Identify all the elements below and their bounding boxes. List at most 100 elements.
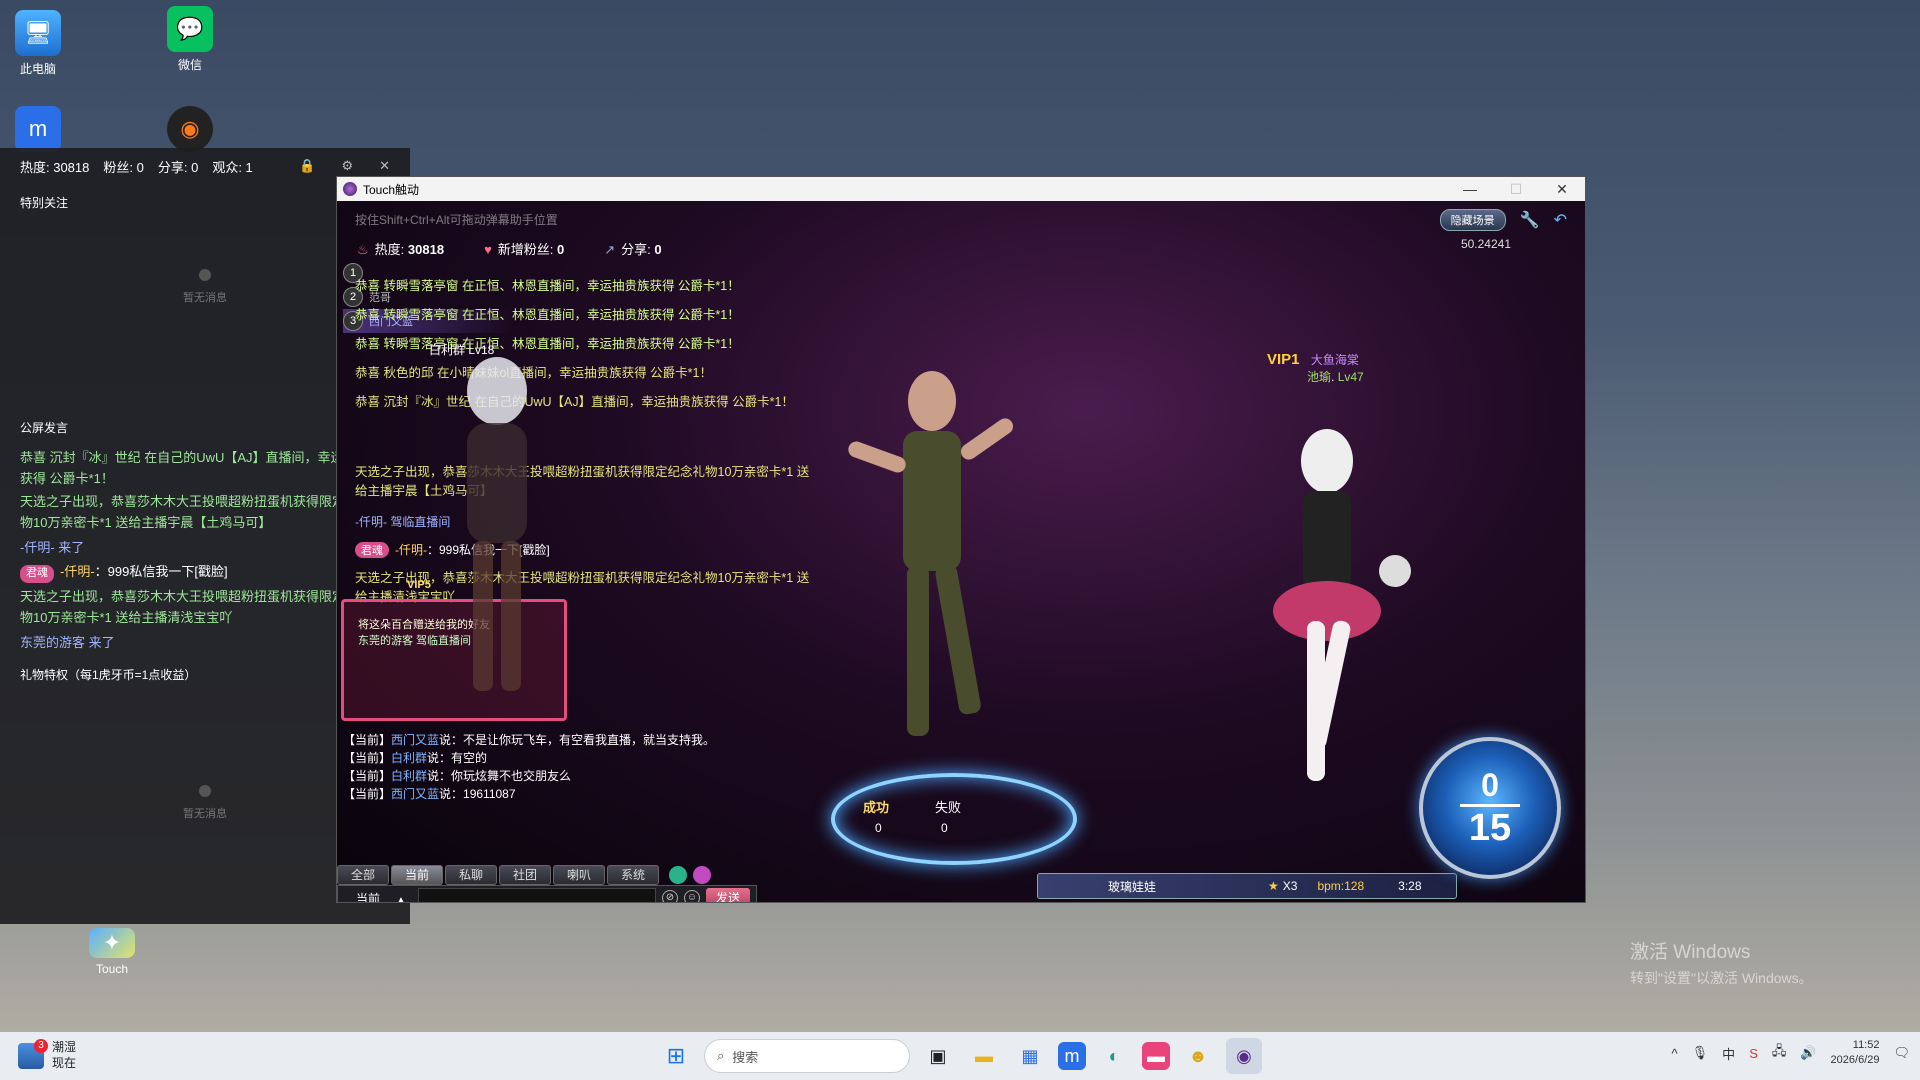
antivirus-icon[interactable]: S (1749, 1046, 1758, 1061)
fail-label: 失败 (935, 800, 962, 815)
chat-input-bar: 当前 ▲ ⊘ ☺ 发送 (337, 885, 757, 902)
player-sub: 池瑜 (1307, 370, 1332, 384)
monitor-icon: 🖥 (15, 10, 61, 56)
settings-icon[interactable]: ⚙ (341, 158, 353, 174)
user-name[interactable]: 西门又蓝 (391, 733, 439, 747)
noble-badge: 君魂 (355, 542, 389, 558)
desktop-icon-label: 微信 (177, 58, 202, 72)
desktop-icon-wechat[interactable]: 💬 微信 (150, 6, 230, 73)
success-count: 0 (875, 821, 882, 835)
dancer-right (1273, 429, 1411, 781)
app-pink-icon[interactable]: ▬ (1142, 1042, 1170, 1070)
edge-icon[interactable]: ◐ (1096, 1038, 1132, 1074)
user-name[interactable]: 西门又蓝 (391, 787, 439, 801)
noble-badge: 君魂 (20, 565, 54, 583)
tab-all[interactable]: 全部 (337, 865, 389, 885)
volume-icon[interactable]: 🔊 (1800, 1045, 1816, 1061)
tab-club[interactable]: 社团 (499, 865, 551, 885)
announcement: 恭喜 转瞬雪落亭窗 在正恒、林恩直播间，幸运抽贵族获得 公爵卡*1！ (355, 337, 740, 351)
song-timer: 50.24241 (1460, 237, 1511, 251)
heart-icon: ♥ (484, 242, 492, 257)
app-m-icon[interactable]: m (1058, 1042, 1086, 1070)
dancer-center (848, 371, 1014, 736)
announcement: 恭喜 秋色的邱 在小晴妹妹ol直播间，幸运抽贵族获得 公爵卡*1！ (355, 366, 712, 380)
user-name[interactable]: 白利群 (391, 751, 427, 765)
taskbar: 3 潮湿 现在 ⊞ ⌕ 搜索 ▣ ▬ ▦ m ◐ ▬ ☻ ◉ ^ 🎙 中 S 🖧 🔊… (0, 1032, 1920, 1080)
game-scene: 按住Shift+Ctrl+Alt可拖动弹幕助手位置 ♨ 热度: 30818 ♥ 新增… (337, 201, 1585, 902)
scene-controls: 隐藏场景 🔧 ↶ (1439, 209, 1567, 231)
share-stat: ↗ 分享: 0 (604, 242, 662, 257)
desktop-icon-touch[interactable]: ✦ Touch (72, 928, 152, 976)
clock[interactable]: 11:52 2026/6/29 (1831, 1038, 1880, 1069)
user-name: -仟明- (395, 543, 427, 557)
smiley-icon[interactable]: ☺ (684, 890, 700, 902)
app-icon: m (15, 106, 61, 152)
user-name: -仟明- (60, 564, 95, 580)
empty-icon (199, 784, 211, 797)
chat-tabs: 全部 当前 私聊 社团 喇叭 系统 (337, 865, 711, 885)
tab-horn[interactable]: 喇叭 (553, 865, 605, 885)
maximize-button[interactable]: ☐ (1493, 181, 1539, 198)
desktop-icon-label: 此电脑 (19, 62, 56, 76)
player-name: 大鱼海棠 (1310, 353, 1359, 367)
watermark-line2: 转到"设置"以激活 Windows。 (1630, 970, 1813, 986)
task-view-icon[interactable]: ▣ (920, 1038, 956, 1074)
fail-count: 0 (941, 821, 948, 835)
tab-current[interactable]: 当前 (391, 865, 443, 885)
record-icon: ◉ (167, 106, 213, 152)
wechat-icon: 💬 (167, 6, 213, 52)
desktop-icon-this-pc[interactable]: 🖥 此电脑 (0, 10, 78, 77)
viewers-stat: 观众: 1 (212, 159, 253, 175)
touch-taskbar-icon[interactable]: ◉ (1226, 1038, 1262, 1074)
file-explorer-icon[interactable]: ▬ (966, 1038, 1002, 1074)
desktop-icon-label: Touch (95, 962, 129, 976)
weather-icon: 3 (18, 1038, 48, 1069)
back-icon[interactable]: ↶ (1554, 210, 1567, 230)
tab-private[interactable]: 私聊 (445, 865, 497, 885)
fans-stat: 粉丝: 0 (103, 159, 144, 175)
windows-start-icon[interactable]: ⊞ (658, 1038, 694, 1074)
lock-icon[interactable]: 🔒 (299, 158, 315, 174)
weather-widget[interactable]: 3 潮湿 现在 (18, 1038, 77, 1071)
chat-input[interactable] (418, 888, 656, 902)
list-item: 【当前】白利群说：你玩炫舞不也交朋友么 (343, 769, 572, 783)
dancer-left (467, 357, 527, 691)
combo-total: 15 (1468, 807, 1512, 849)
network-icon[interactable]: 🖧 (1772, 1042, 1787, 1064)
emoji-pink-icon[interactable] (693, 866, 711, 884)
search-icon: ⌕ (717, 1048, 725, 1063)
announcement: 恭喜 沉封『冰』世纪 在自己的UwU【AJ】直播间，幸运抽贵族获得 公爵卡*1！ (355, 395, 794, 409)
app-yellow-icon[interactable]: ☻ (1180, 1038, 1216, 1074)
window-titlebar[interactable]: Touch触动 — ☐ ✕ (337, 177, 1585, 201)
player-level: Lv47 (1337, 370, 1364, 384)
announcement: 天选之子出现，恭喜莎木木大王投喂超粉扭蛋机获得限定纪念礼物10万亲密卡*1 送给… (355, 465, 810, 499)
player-tag: VIP1 大鱼海棠 池瑜. Lv47 (1267, 351, 1364, 384)
store-icon[interactable]: ▦ (1012, 1038, 1048, 1074)
emoji-green-icon[interactable] (669, 866, 687, 884)
send-button[interactable]: 发送 (706, 888, 750, 902)
taskbar-center: ⊞ ⌕ 搜索 ▣ ▬ ▦ m ◐ ▬ ☻ ◉ (658, 1038, 1262, 1074)
weather-line2: 现在 (52, 1055, 77, 1070)
channel-select[interactable]: 当前 ▲ (338, 890, 418, 903)
message-text: ：999私信我一下[戳脸] (94, 564, 228, 580)
user-name[interactable]: 白利群 (391, 769, 427, 783)
notification-badge: 3 (34, 1038, 48, 1053)
ime-icon[interactable]: 中 (1722, 1044, 1735, 1063)
list-item: 【当前】西门又蓝说：不是让你玩飞车，有空看我直播，就当支持我。 (343, 733, 716, 747)
taskbar-search[interactable]: ⌕ 搜索 (704, 1039, 910, 1073)
close-button[interactable]: ✕ (1539, 181, 1585, 198)
clear-icon[interactable]: ⊘ (662, 890, 678, 902)
chevron-up-icon[interactable]: ^ (1672, 1046, 1678, 1061)
weather-line1: 潮湿 (52, 1040, 77, 1054)
tab-system[interactable]: 系统 (607, 865, 659, 885)
minimize-button[interactable]: — (1447, 181, 1493, 198)
notification-icon[interactable]: 🗨 (1893, 1045, 1910, 1061)
microphone-icon[interactable]: 🎙 (1692, 1045, 1709, 1061)
share-stat: 分享: 0 (157, 159, 199, 175)
app-logo-icon (343, 182, 357, 196)
judge-ring: 成功 失败 0 0 (831, 773, 1077, 865)
close-icon[interactable]: ✕ (379, 158, 390, 174)
wrench-icon[interactable]: 🔧 (1520, 210, 1540, 230)
hide-scene-button[interactable]: 隐藏场景 (1439, 209, 1506, 231)
watermark-line1: 激活 Windows (1630, 942, 1751, 963)
